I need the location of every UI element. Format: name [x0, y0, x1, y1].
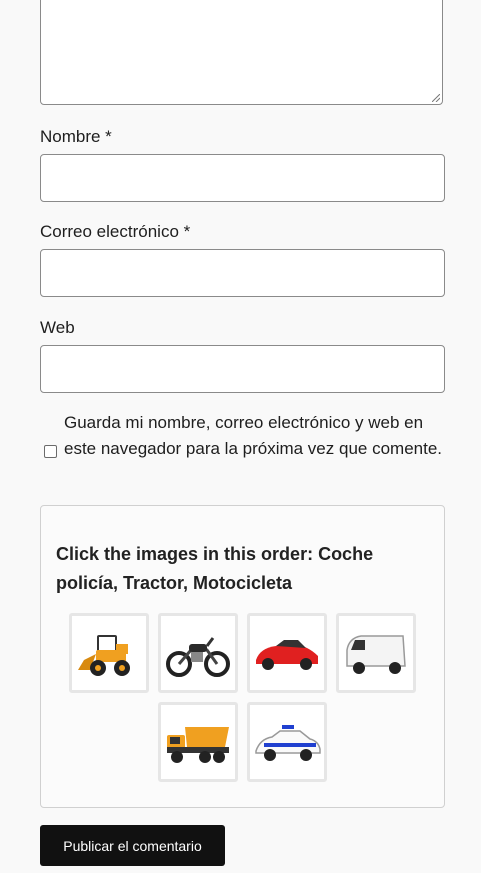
email-field[interactable]	[40, 249, 445, 297]
motorcycle-icon	[166, 637, 230, 677]
name-field[interactable]	[40, 154, 445, 202]
captcha-tile-6[interactable]	[247, 702, 327, 782]
consent-label: Guarda mi nombre, correo electrónico y w…	[64, 413, 443, 458]
web-label: Web	[40, 318, 75, 337]
submit-comment-button[interactable]: Publicar el comentario	[40, 825, 225, 866]
captcha-instruction: Click the images in this order: Coche po…	[56, 544, 374, 593]
sports-car-icon	[256, 640, 318, 670]
captcha-tile-5[interactable]	[158, 702, 238, 782]
police-car-icon	[255, 725, 321, 761]
van-icon	[346, 635, 406, 674]
resize-grip-icon[interactable]	[432, 94, 440, 102]
captcha-tile-2[interactable]	[158, 613, 238, 693]
web-field[interactable]	[40, 345, 445, 393]
comment-textarea[interactable]	[40, 0, 443, 105]
dump-truck-icon	[167, 727, 229, 763]
captcha-tile-3[interactable]	[247, 613, 327, 693]
consent-checkbox[interactable]	[44, 445, 57, 458]
captcha-tile-1[interactable]	[69, 613, 149, 693]
loader-tractor-icon	[78, 635, 130, 676]
captcha-tile-4[interactable]	[336, 613, 416, 693]
name-label: Nombre *	[40, 127, 112, 146]
image-captcha: Click the images in this order: Coche po…	[40, 505, 445, 808]
email-label: Correo electrónico *	[40, 222, 191, 241]
